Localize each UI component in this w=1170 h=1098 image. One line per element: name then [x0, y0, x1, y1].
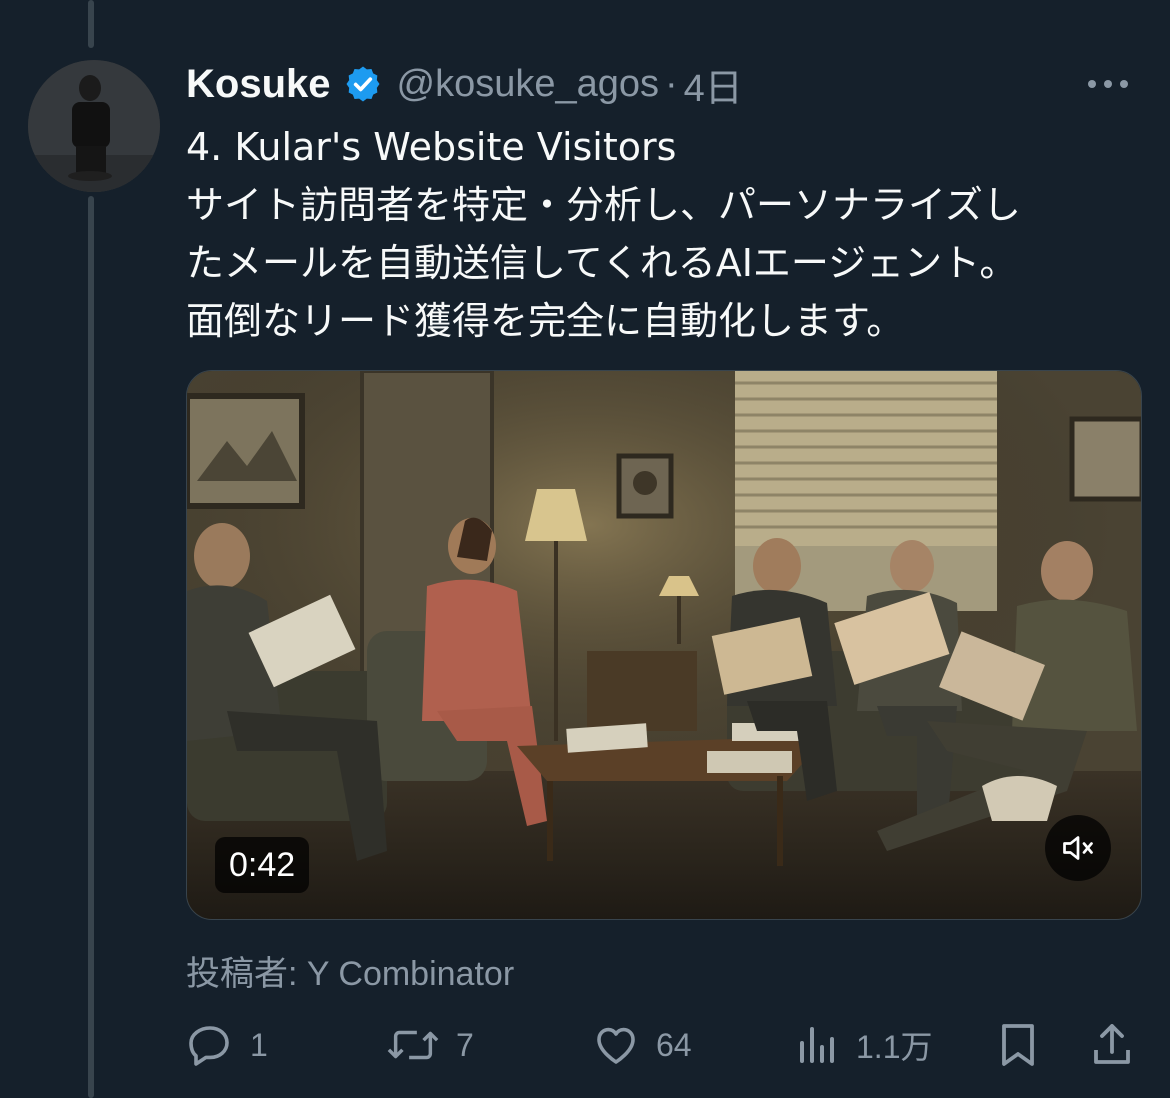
tweet-actions: 1 7 64 1.1万	[186, 1010, 1146, 1080]
reply-button[interactable]: 1	[186, 1010, 268, 1080]
like-count: 64	[656, 1026, 692, 1063]
header-separator: ·	[665, 62, 678, 105]
tweet-text-line: サイト訪問者を特定・分析し、パーソナライズし	[186, 183, 1021, 227]
author-name[interactable]: Kosuke	[186, 62, 331, 107]
video-player[interactable]: 0:42	[186, 370, 1142, 920]
views-button[interactable]: 1.1万	[796, 1010, 933, 1080]
bookmark-button[interactable]	[996, 1010, 1040, 1080]
avatar[interactable]	[28, 60, 160, 192]
tweet-text-line: たメールを自動送信してくれるAIエージェント。	[186, 241, 1018, 285]
verified-badge-icon	[346, 66, 379, 102]
reply-count: 1	[250, 1026, 268, 1063]
like-button[interactable]: 64	[592, 1010, 692, 1080]
author-handle[interactable]: @kosuke_agos	[397, 63, 660, 106]
thread-line-top	[88, 0, 94, 48]
tweet-screen: Kosuke @kosuke_agos · 4日 4. Kular's Webs…	[0, 0, 1170, 1098]
repost-icon	[387, 1030, 439, 1060]
heart-icon	[597, 1027, 635, 1064]
video-duration: 0:42	[215, 837, 310, 893]
repost-button[interactable]: 7	[386, 1010, 474, 1080]
views-count: 1.1万	[856, 1029, 933, 1065]
tweet-text-line: 面倒なリード獲得を完全に自動化します。	[186, 299, 905, 343]
bookmark-icon	[1002, 1024, 1034, 1066]
video-attribution[interactable]: 投稿者: Y Combinator	[186, 946, 514, 995]
tweet-timestamp[interactable]: 4日	[684, 57, 743, 112]
volume-muted-icon[interactable]	[1045, 815, 1111, 881]
analytics-icon	[800, 1027, 834, 1063]
video-frame	[187, 371, 1141, 919]
share-button[interactable]	[1090, 1010, 1134, 1080]
more-dots-icon[interactable]	[1084, 66, 1132, 102]
tweet-text: 4. Kular's Website Visitors サイト訪問者を特定・分析…	[186, 118, 1146, 350]
repost-count: 7	[456, 1026, 474, 1063]
share-icon	[1094, 1024, 1130, 1064]
tweet-header: Kosuke @kosuke_agos · 4日	[186, 56, 1140, 112]
thread-line-bottom	[88, 196, 94, 1098]
speaker-icon	[1063, 836, 1093, 860]
reply-icon	[189, 1026, 229, 1066]
avatar-image	[28, 60, 160, 192]
tweet-text-line: 4. Kular's Website Visitors	[186, 125, 677, 169]
